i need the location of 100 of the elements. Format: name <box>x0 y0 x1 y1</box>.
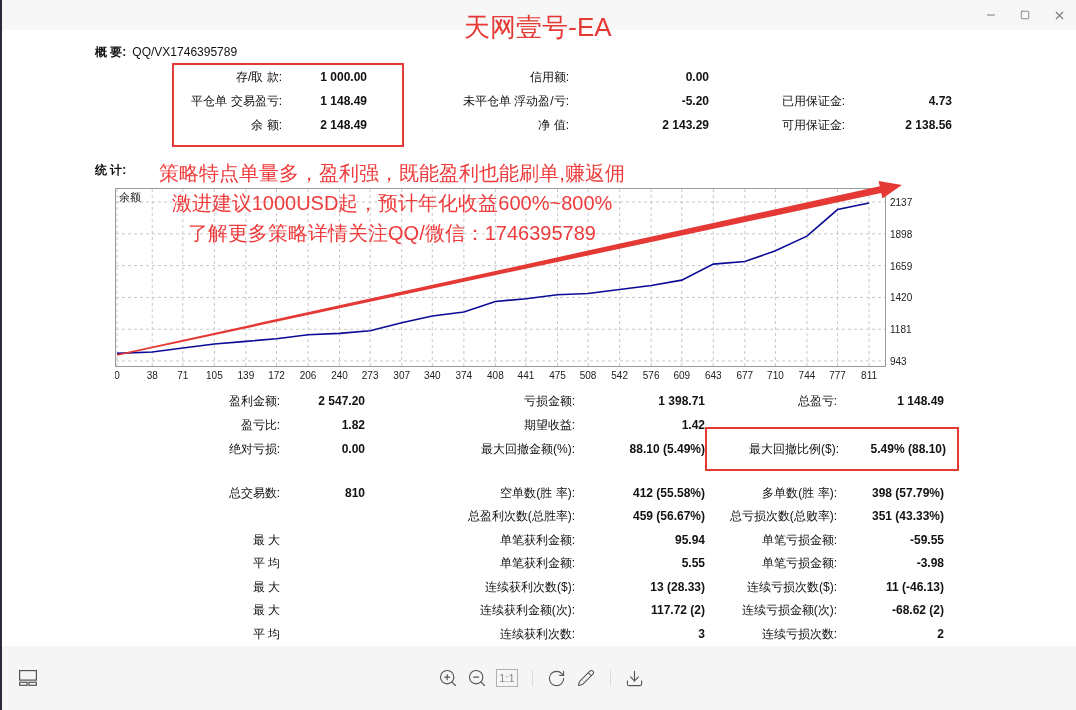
account-text: QQ/VX1746395789 <box>132 44 238 61</box>
stat-label: 盈亏比: <box>239 417 280 434</box>
stat-value: 95.94 <box>673 531 705 549</box>
axis-label: 576 <box>642 370 660 381</box>
stat-value: 1.82 <box>340 417 365 434</box>
rotate-button[interactable] <box>546 668 567 688</box>
axis-label: 105 <box>206 370 223 381</box>
field-label: 可用保证金: <box>780 117 845 134</box>
axis-label: 172 <box>268 370 285 381</box>
stat-label: 最 大 <box>251 578 280 596</box>
stat-value: 0.00 <box>340 441 365 458</box>
field-label: 信用额: <box>528 69 569 86</box>
stat-label: 单笔亏损金额: <box>760 531 837 549</box>
stat-label: 单笔获利金额: <box>498 555 575 573</box>
axis-label: 811 <box>861 370 878 381</box>
axis-label: 441 <box>517 370 535 381</box>
axis-label: 2137 <box>890 197 913 208</box>
stat-value: 11 (-46.13) <box>884 578 944 596</box>
field-label: 存/取 款: <box>235 69 282 86</box>
annotation-text: 了解更多策略详情关注QQ/微信：1746395789 <box>188 221 596 246</box>
stat-value: 2 547.20 <box>317 393 365 410</box>
axis-label: 677 <box>736 370 754 381</box>
stat-label: 最 大 <box>251 531 280 549</box>
stat-label: 单笔获利金额: <box>498 531 575 549</box>
stat-label: 连续获利次数: <box>498 625 575 643</box>
stat-label: 总盈利次数(总胜率): <box>466 508 575 526</box>
axis-label: 609 <box>673 370 691 381</box>
stat-value: 1.42 <box>680 417 705 434</box>
stat-label: 连续亏损次数: <box>760 625 837 643</box>
stat-label: 期望收益: <box>522 417 575 434</box>
field-value: 2 148.49 <box>319 117 367 134</box>
zoom-in-button[interactable] <box>438 668 459 688</box>
stat-label: 最 大 <box>251 602 280 620</box>
section-heading: 概 要: <box>95 44 127 61</box>
section-heading: 统 计: <box>95 162 127 179</box>
axis-label: 1659 <box>890 260 913 272</box>
field-label: 平仓单 交易盈亏: <box>190 93 282 110</box>
banner-title: 天网壹号-EA <box>463 11 613 43</box>
stat-value: 1 148.49 <box>896 393 944 410</box>
field-value: 4.73 <box>927 93 952 110</box>
axis-label: 542 <box>611 370 628 381</box>
field-label: 净 值: <box>537 117 569 134</box>
field-label: 未平仓单 浮动盈/亏: <box>462 93 569 110</box>
field-label: 已用保证金: <box>780 93 845 110</box>
stat-label: 总盈亏: <box>796 393 837 410</box>
stat-value: 1 398.71 <box>657 393 705 410</box>
stat-label: 最大回撤金额(%): <box>480 441 575 458</box>
axis-label: 1181 <box>890 324 912 336</box>
field-value: -5.20 <box>680 93 709 110</box>
stat-value: -68.62 (2) <box>890 602 944 620</box>
stat-label: 连续亏损次数($): <box>746 578 837 596</box>
stat-label: 连续亏损金额(次): <box>740 602 837 620</box>
stat-value: 117.72 (2) <box>649 602 705 620</box>
axis-label: 943 <box>890 355 907 367</box>
stat-value: 2 <box>936 625 944 643</box>
stat-label: 亏损金额: <box>522 393 575 410</box>
layout-icon[interactable] <box>19 670 37 686</box>
axis-label: 408 <box>487 370 504 381</box>
stat-label: 总交易数: <box>227 484 280 502</box>
edit-button[interactable] <box>575 668 596 688</box>
axis-label: 0 <box>115 370 120 381</box>
axis-label: 374 <box>455 370 473 381</box>
stat-label: 盈利金额: <box>227 393 280 410</box>
stat-value: -3.98 <box>915 555 944 573</box>
stat-value: 351 (43.33%) <box>870 508 944 526</box>
axis-label: 307 <box>393 370 411 381</box>
field-label: 余 额: <box>250 117 282 134</box>
stat-label: 连续获利次数($): <box>484 578 575 596</box>
stat-value: -59.55 <box>908 531 944 549</box>
stat-label: 平 均 <box>251 555 280 573</box>
axis-label: 71 <box>177 370 189 381</box>
stat-label: 连续获利金额(次): <box>478 602 575 620</box>
axis-label: 139 <box>237 370 255 381</box>
stat-value: 5.49% (88.10) <box>869 441 946 458</box>
axis-label: 1898 <box>890 228 913 240</box>
stat-label: 单笔亏损金额: <box>760 555 837 573</box>
axis-label: 475 <box>549 370 566 381</box>
stat-label: 总亏损次数(总败率): <box>728 508 837 526</box>
field-value: 1 148.49 <box>319 93 367 110</box>
field-value: 1 000.00 <box>319 69 367 86</box>
axis-label: 1420 <box>890 292 913 304</box>
axis-label: 240 <box>331 370 348 381</box>
stat-value: 5.55 <box>680 555 705 573</box>
axis-label: 710 <box>767 370 784 381</box>
field-value: 2 138.56 <box>904 117 952 134</box>
field-value: 2 143.29 <box>661 117 709 134</box>
stat-value: 412 (55.58%) <box>631 484 705 502</box>
stat-value: 459 (56.67%) <box>631 508 705 526</box>
stat-value: 13 (28.33) <box>649 578 705 596</box>
zoom-out-button[interactable] <box>467 668 488 688</box>
annotation-text: 策略特点单量多，盈利强，既能盈利也能刷单,赚返佣 <box>159 161 625 186</box>
stat-label: 平 均 <box>251 625 280 643</box>
axis-label: 643 <box>704 370 722 381</box>
download-button[interactable] <box>624 668 645 688</box>
annotation-text: 激进建议1000USD起，预计年化收益600%~800% <box>171 191 613 216</box>
stat-label: 多单数(胜 率): <box>761 484 837 502</box>
field-value: 0.00 <box>684 69 709 86</box>
stat-value: 398 (57.79%) <box>870 484 944 502</box>
axis-label: 38 <box>146 370 158 381</box>
stat-value: 88.10 (5.49%) <box>628 441 705 458</box>
